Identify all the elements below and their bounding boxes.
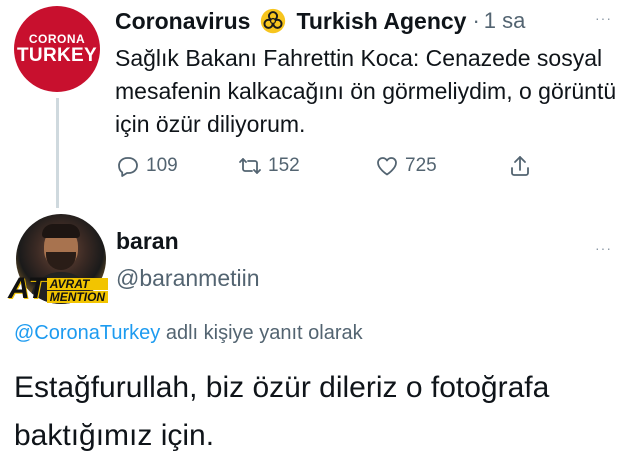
replying-to: @CoronaTurkey adlı kişiye yanıt olarak (14, 322, 363, 345)
like-count: 725 (405, 155, 437, 176)
tweet1-header: Coronavirus Turkish Agency · 1 sa (115, 6, 525, 36)
logo-at-text: AT (8, 272, 46, 305)
avrat-mention-logo: AT AVRAT MENTION (8, 272, 109, 305)
logo-word-mention: MENTION (46, 291, 109, 303)
tweet1-more-icon[interactable]: ··· (595, 10, 612, 26)
tweet2-handle[interactable]: @baranmetiin (116, 265, 260, 292)
mention-link[interactable]: @CoronaTurkey (14, 322, 160, 344)
retweet-icon (239, 158, 261, 174)
avatar-text-corona: CORONA (28, 31, 86, 46)
tweet2-text: Estağfurullah, biz özür dileriz o fotoğr… (14, 371, 550, 452)
replying-suffix: adlı kişiye yanıt olarak (160, 322, 363, 344)
tweet1-timestamp[interactable]: 1 sa (484, 8, 526, 34)
biohazard-icon (261, 8, 286, 34)
avatar-beard (46, 252, 76, 270)
logo-word-avrat: AVRAT (46, 278, 109, 290)
retweet-button[interactable]: 152 (238, 154, 300, 178)
reply-icon (118, 157, 138, 177)
tweet2-display-name[interactable]: baran (116, 228, 179, 255)
share-button[interactable] (508, 154, 538, 178)
tweet2-more-icon[interactable]: ··· (595, 240, 612, 256)
thread-connector-line (56, 98, 59, 208)
avatar-hair (42, 224, 80, 238)
heart-icon (377, 157, 397, 176)
header-separator: · (472, 8, 480, 33)
avatar-text-turkey: TURKEY (17, 44, 97, 66)
reply-count: 109 (146, 155, 178, 176)
baran-avatar[interactable]: AT AVRAT MENTION (8, 214, 116, 312)
tweet1-text: Sağlık Bakanı Fahrettin Koca: Cenazede s… (115, 45, 617, 137)
share-icon (511, 156, 529, 176)
retweet-count: 152 (268, 155, 300, 176)
corona-turkey-avatar[interactable]: CORONA TURKEY (14, 6, 100, 92)
reply-button[interactable]: 109 (116, 154, 178, 178)
like-button[interactable]: 725 (375, 154, 437, 178)
tweet1-display-name-part2[interactable]: Turkish Agency (296, 8, 466, 35)
tweet1-display-name-part1[interactable]: Coronavirus (115, 8, 250, 35)
